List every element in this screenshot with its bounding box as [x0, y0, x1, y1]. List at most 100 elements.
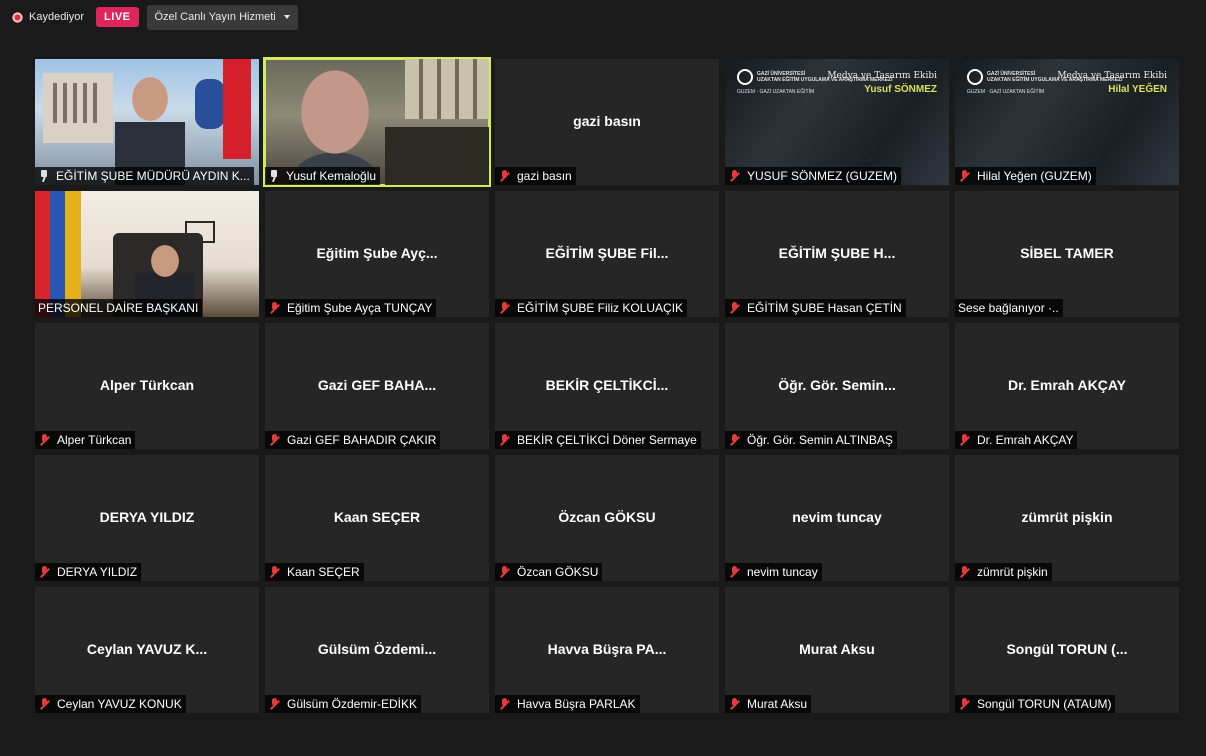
participant-label-text: EĞİTİM ŞUBE MÜDÜRÜ AYDIN K... [56, 169, 250, 183]
live-stream-dropdown[interactable]: Özel Canlı Yayın Hizmeti [146, 4, 298, 30]
participant-label: Dr. Emrah AKÇAY [955, 431, 1078, 449]
participant-label-text: Gazi GEF BAHADIR ÇAKIR [287, 433, 437, 447]
participant-label: EĞİTİM ŞUBE Filiz KOLUAÇIK [495, 299, 688, 317]
participant-label: Ceylan YAVUZ KONUK [35, 695, 186, 713]
participant-tile[interactable]: Gülsüm Özdemi... Gülsüm Özdemir-EDİKK [265, 587, 489, 713]
participant-name: nevim tuncay [792, 509, 882, 526]
stream-service-label: Özel Canlı Yayın Hizmeti [154, 11, 276, 23]
participant-name: Öğr. Gör. Semin... [778, 377, 896, 394]
participant-tile[interactable]: Özcan GÖKSU Özcan GÖKSU [495, 455, 719, 581]
participant-tile[interactable]: Songül TORUN (... Songül TORUN (ATAUM) [955, 587, 1179, 713]
participant-label: Murat Aksu [725, 695, 812, 713]
pin-icon [268, 170, 280, 182]
participant-tile[interactable]: Ceylan YAVUZ K... Ceylan YAVUZ KONUK [35, 587, 259, 713]
participant-name: Songül TORUN (... [1006, 641, 1128, 658]
participant-label: YUSUF SÖNMEZ (GUZEM) [725, 167, 901, 185]
participant-label-text: zümrüt pişkin [977, 565, 1048, 579]
participant-tile[interactable]: EĞİTİM ŞUBE MÜDÜRÜ AYDIN K... [35, 59, 259, 185]
participant-label: zümrüt pişkin [955, 563, 1052, 581]
muted-mic-icon [268, 434, 282, 446]
participant-label-text: Eğitim Şube Ayça TUNÇAY [287, 301, 433, 315]
participant-tile[interactable]: gazi basın gazi basın [495, 59, 719, 185]
background-wall [405, 59, 489, 119]
turkish-flag [223, 59, 251, 159]
participant-tile[interactable]: Öğr. Gör. Semin... Öğr. Gör. Semin ALTIN… [725, 323, 949, 449]
muted-mic-icon [268, 698, 282, 710]
participant-label: Yusuf Kemaloğlu [265, 167, 381, 185]
connecting-audio-status: Sese bağlanıyor ·.. [958, 301, 1059, 315]
participant-tile[interactable]: nevim tuncay nevim tuncay [725, 455, 949, 581]
muted-mic-icon [268, 566, 282, 578]
university-emblem [195, 79, 225, 129]
participant-tile[interactable]: PERSONEL DAİRE BAŞKANI [35, 191, 259, 317]
participant-label: Sese bağlanıyor ·.. [955, 299, 1063, 317]
muted-mic-icon [728, 698, 742, 710]
participant-label-text: Kaan SEÇER [287, 565, 360, 579]
participant-name: SİBEL TAMER [1020, 245, 1114, 262]
participant-label: EĞİTİM ŞUBE MÜDÜRÜ AYDIN K... [35, 167, 254, 185]
muted-mic-icon [38, 434, 52, 446]
participant-tile[interactable]: BEKİR ÇELTİKCİ... BEKİR ÇELTİKCİ Döner S… [495, 323, 719, 449]
participant-name: EĞİTİM ŞUBE H... [778, 245, 896, 262]
muted-mic-icon [498, 434, 512, 446]
participant-label-text: Hilal Yeğen (GUZEM) [977, 169, 1092, 183]
participant-label: Havva Büşra PARLAK [495, 695, 640, 713]
participant-label: Hilal Yeğen (GUZEM) [955, 167, 1096, 185]
participant-tile[interactable]: Eğitim Şube Ayç... Eğitim Şube Ayça TUNÇ… [265, 191, 489, 317]
muted-mic-icon [268, 302, 282, 314]
participant-gallery: EĞİTİM ŞUBE MÜDÜRÜ AYDIN K... Yusuf Kema… [35, 57, 1179, 713]
participant-name: gazi basın [573, 113, 641, 130]
participant-tile[interactable]: Dr. Emrah AKÇAY Dr. Emrah AKÇAY [955, 323, 1179, 449]
participant-tile[interactable]: Kaan SEÇER Kaan SEÇER [265, 455, 489, 581]
participant-tile[interactable]: GAZİ ÜNİVERSİTESİ UZAKTAN EĞİTİM UYGULAMA… [955, 59, 1179, 185]
participant-tile[interactable]: zümrüt pişkin zümrüt pişkin [955, 455, 1179, 581]
banner-org-secondary: GUZEM · GAZİ UZAKTAN EĞİTİM [967, 89, 1045, 95]
participant-label-text: EĞİTİM ŞUBE Filiz KOLUAÇIK [517, 301, 684, 315]
participant-name: Murat Aksu [799, 641, 875, 658]
participant-tile[interactable]: GAZİ ÜNİVERSİTESİ UZAKTAN EĞİTİM UYGULAMA… [725, 59, 949, 185]
participant-label: Songül TORUN (ATAUM) [955, 695, 1116, 713]
gazi-university-logo [737, 69, 753, 85]
participant-label-text: Gülsüm Özdemir-EDİKK [287, 697, 418, 711]
participant-name: DERYA YILDIZ [99, 509, 195, 526]
muted-mic-icon [728, 566, 742, 578]
muted-mic-icon [728, 302, 742, 314]
muted-mic-icon [38, 566, 52, 578]
participant-name: Kaan SEÇER [333, 509, 421, 526]
participant-name: EĞİTİM ŞUBE Fil... [545, 245, 669, 262]
participant-tile-active-speaker[interactable]: Yusuf Kemaloğlu [263, 57, 491, 187]
participant-label-text: Havva Büşra PARLAK [517, 697, 636, 711]
participant-video [285, 64, 385, 184]
participant-tile[interactable]: EĞİTİM ŞUBE H... EĞİTİM ŞUBE Hasan ÇETİN [725, 191, 949, 317]
participant-tile[interactable]: DERYA YILDIZ DERYA YILDIZ [35, 455, 259, 581]
participant-label: DERYA YILDIZ [35, 563, 142, 581]
participant-label-text: gazi basın [517, 169, 572, 183]
banner-org-secondary: GUZEM · GAZİ UZAKTAN EĞİTİM [737, 89, 815, 95]
recording-indicator[interactable]: Kaydediyor [12, 11, 84, 23]
muted-mic-icon [958, 434, 972, 446]
background-desk [385, 127, 489, 185]
participant-tile[interactable]: Alper Türkcan Alper Türkcan [35, 323, 259, 449]
participant-label: Gazi GEF BAHADIR ÇAKIR [265, 431, 441, 449]
participant-label-text: Yusuf Kemaloğlu [286, 169, 377, 183]
muted-mic-icon [498, 566, 512, 578]
live-badge[interactable]: LIVE [96, 7, 139, 27]
participant-name: Gülsüm Özdemi... [317, 641, 437, 658]
participant-label: Öğr. Gör. Semin ALTINBAŞ [725, 431, 897, 449]
participant-tile[interactable]: Gazi GEF BAHA... Gazi GEF BAHADIR ÇAKIR [265, 323, 489, 449]
participant-name: Alper Türkcan [99, 377, 195, 394]
participant-label: Gülsüm Özdemir-EDİKK [265, 695, 422, 713]
participant-tile[interactable]: EĞİTİM ŞUBE Fil... EĞİTİM ŞUBE Filiz KOL… [495, 191, 719, 317]
participant-label-text: EĞİTİM ŞUBE Hasan ÇETİN [747, 301, 902, 315]
participant-label-text: DERYA YILDIZ [57, 565, 138, 579]
participant-label: nevim tuncay [725, 563, 822, 581]
participant-label-text: Dr. Emrah AKÇAY [977, 433, 1074, 447]
participant-label-text: Özcan GÖKSU [517, 565, 599, 579]
muted-mic-icon [498, 698, 512, 710]
participant-tile[interactable]: Murat Aksu Murat Aksu [725, 587, 949, 713]
participant-tile[interactable]: Havva Büşra PA... Havva Büşra PARLAK [495, 587, 719, 713]
participant-tile[interactable]: SİBEL TAMER Sese bağlanıyor ·.. [955, 191, 1179, 317]
pin-icon [38, 170, 50, 182]
participant-name: Dr. Emrah AKÇAY [1007, 377, 1126, 394]
participant-name: BEKİR ÇELTİKCİ... [545, 377, 669, 394]
